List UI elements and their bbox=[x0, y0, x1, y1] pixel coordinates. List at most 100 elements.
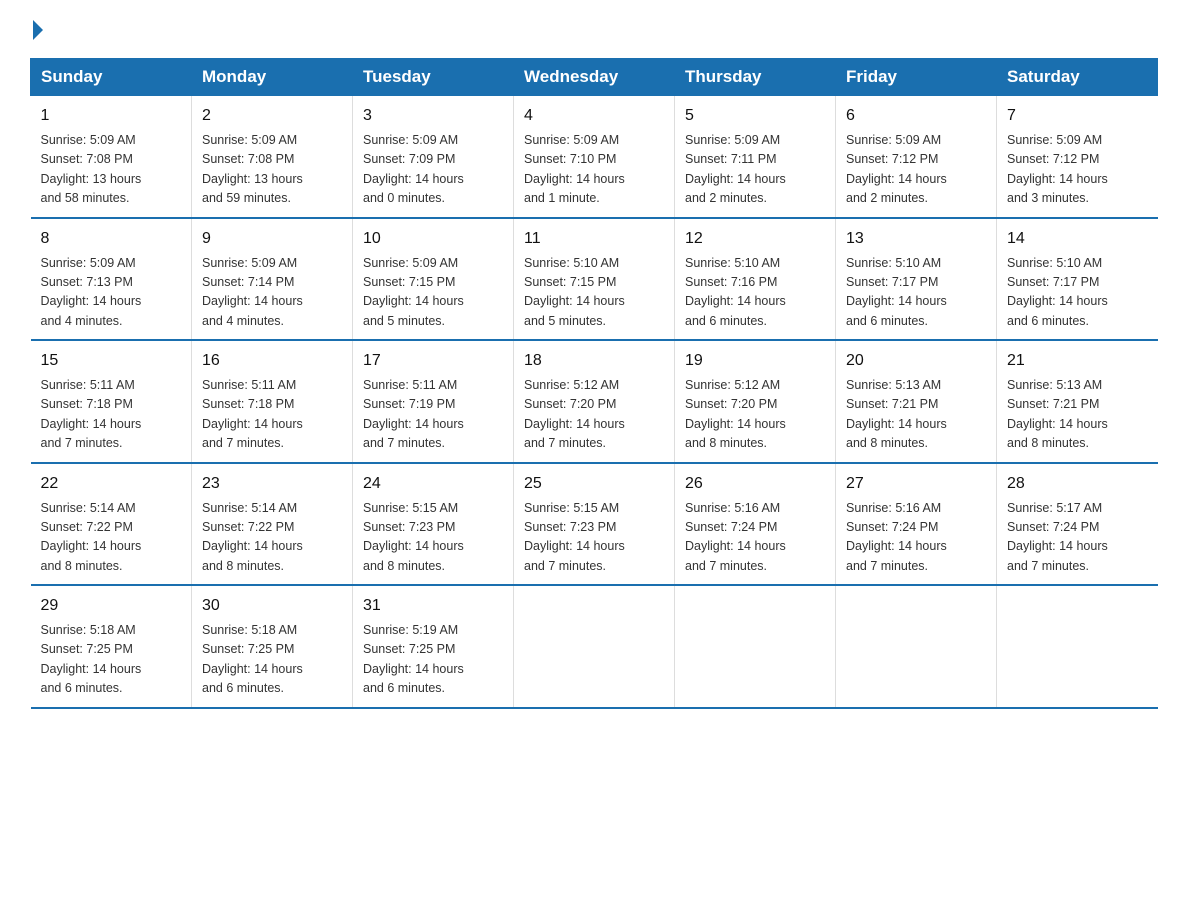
day-info: Sunrise: 5:09 AM Sunset: 7:09 PM Dayligh… bbox=[363, 131, 503, 209]
calendar-day-cell: 25Sunrise: 5:15 AM Sunset: 7:23 PM Dayli… bbox=[514, 463, 675, 586]
day-number: 13 bbox=[846, 227, 986, 251]
day-number: 25 bbox=[524, 472, 664, 496]
day-number: 22 bbox=[41, 472, 182, 496]
day-info: Sunrise: 5:09 AM Sunset: 7:15 PM Dayligh… bbox=[363, 254, 503, 332]
day-number: 9 bbox=[202, 227, 342, 251]
empty-cell bbox=[675, 585, 836, 708]
day-number: 26 bbox=[685, 472, 825, 496]
logo-arrow-icon bbox=[33, 20, 43, 40]
day-info: Sunrise: 5:19 AM Sunset: 7:25 PM Dayligh… bbox=[363, 621, 503, 699]
day-info: Sunrise: 5:09 AM Sunset: 7:13 PM Dayligh… bbox=[41, 254, 182, 332]
day-number: 27 bbox=[846, 472, 986, 496]
calendar-day-cell: 6 Sunrise: 5:09 AM Sunset: 7:12 PM Daylig… bbox=[836, 96, 997, 218]
day-number: 18 bbox=[524, 349, 664, 373]
day-info: Sunrise: 5:14 AM Sunset: 7:22 PM Dayligh… bbox=[41, 499, 182, 577]
day-info: Sunrise: 5:17 AM Sunset: 7:24 PM Dayligh… bbox=[1007, 499, 1148, 577]
calendar-day-cell: 31 Sunrise: 5:19 AM Sunset: 7:25 PM Dayli… bbox=[353, 585, 514, 708]
day-number: 17 bbox=[363, 349, 503, 373]
calendar-week-row: 22 Sunrise: 5:14 AM Sunset: 7:22 PM Dayli… bbox=[31, 463, 1158, 586]
weekday-header-tuesday: Tuesday bbox=[353, 59, 514, 96]
day-info: Sunrise: 5:11 AM Sunset: 7:18 PM Dayligh… bbox=[202, 376, 342, 454]
calendar-day-cell: 10 Sunrise: 5:09 AM Sunset: 7:15 PM Dayli… bbox=[353, 218, 514, 341]
day-number: 30 bbox=[202, 594, 342, 618]
day-info: Sunrise: 5:15 AM Sunset: 7:23 PM Dayligh… bbox=[363, 499, 503, 577]
day-info: Sunrise: 5:09 AM Sunset: 7:12 PM Dayligh… bbox=[846, 131, 986, 209]
calendar-day-cell: 22 Sunrise: 5:14 AM Sunset: 7:22 PM Dayli… bbox=[31, 463, 192, 586]
calendar-day-cell: 5 Sunrise: 5:09 AM Sunset: 7:11 PM Daylig… bbox=[675, 96, 836, 218]
day-number: 28 bbox=[1007, 472, 1148, 496]
calendar-day-cell: 1 Sunrise: 5:09 AM Sunset: 7:08 PM Daylig… bbox=[31, 96, 192, 218]
calendar-day-cell: 14 Sunrise: 5:10 AM Sunset: 7:17 PM Dayli… bbox=[997, 218, 1158, 341]
day-info: Sunrise: 5:13 AM Sunset: 7:21 PM Dayligh… bbox=[1007, 376, 1148, 454]
page-header bbox=[30, 20, 1158, 40]
calendar-day-cell: 23Sunrise: 5:14 AM Sunset: 7:22 PM Dayli… bbox=[192, 463, 353, 586]
calendar-day-cell: 30 Sunrise: 5:18 AM Sunset: 7:25 PM Dayli… bbox=[192, 585, 353, 708]
day-number: 8 bbox=[41, 227, 182, 251]
calendar-day-cell: 9 Sunrise: 5:09 AM Sunset: 7:14 PM Daylig… bbox=[192, 218, 353, 341]
day-number: 31 bbox=[363, 594, 503, 618]
day-number: 14 bbox=[1007, 227, 1148, 251]
calendar-day-cell: 27 Sunrise: 5:16 AM Sunset: 7:24 PM Dayli… bbox=[836, 463, 997, 586]
weekday-header-saturday: Saturday bbox=[997, 59, 1158, 96]
calendar-week-row: 1 Sunrise: 5:09 AM Sunset: 7:08 PM Daylig… bbox=[31, 96, 1158, 218]
calendar-week-row: 29 Sunrise: 5:18 AM Sunset: 7:25 PM Dayli… bbox=[31, 585, 1158, 708]
day-info: Sunrise: 5:10 AM Sunset: 7:15 PM Dayligh… bbox=[524, 254, 664, 332]
calendar-week-row: 15 Sunrise: 5:11 AM Sunset: 7:18 PM Dayli… bbox=[31, 340, 1158, 463]
calendar-day-cell: 28 Sunrise: 5:17 AM Sunset: 7:24 PM Dayli… bbox=[997, 463, 1158, 586]
day-info: Sunrise: 5:16 AM Sunset: 7:24 PM Dayligh… bbox=[685, 499, 825, 577]
weekday-header-row: SundayMondayTuesdayWednesdayThursdayFrid… bbox=[31, 59, 1158, 96]
day-info: Sunrise: 5:09 AM Sunset: 7:08 PM Dayligh… bbox=[202, 131, 342, 209]
calendar-day-cell: 4 Sunrise: 5:09 AM Sunset: 7:10 PM Daylig… bbox=[514, 96, 675, 218]
day-number: 19 bbox=[685, 349, 825, 373]
day-number: 4 bbox=[524, 104, 664, 128]
day-number: 5 bbox=[685, 104, 825, 128]
day-number: 20 bbox=[846, 349, 986, 373]
calendar-day-cell: 26 Sunrise: 5:16 AM Sunset: 7:24 PM Dayli… bbox=[675, 463, 836, 586]
weekday-header-thursday: Thursday bbox=[675, 59, 836, 96]
empty-cell bbox=[836, 585, 997, 708]
calendar-day-cell: 16 Sunrise: 5:11 AM Sunset: 7:18 PM Dayli… bbox=[192, 340, 353, 463]
day-info: Sunrise: 5:09 AM Sunset: 7:12 PM Dayligh… bbox=[1007, 131, 1148, 209]
weekday-header-sunday: Sunday bbox=[31, 59, 192, 96]
logo bbox=[30, 20, 44, 40]
empty-cell bbox=[514, 585, 675, 708]
day-info: Sunrise: 5:12 AM Sunset: 7:20 PM Dayligh… bbox=[685, 376, 825, 454]
day-number: 21 bbox=[1007, 349, 1148, 373]
day-number: 7 bbox=[1007, 104, 1148, 128]
day-info: Sunrise: 5:12 AM Sunset: 7:20 PM Dayligh… bbox=[524, 376, 664, 454]
day-number: 1 bbox=[41, 104, 182, 128]
day-info: Sunrise: 5:09 AM Sunset: 7:11 PM Dayligh… bbox=[685, 131, 825, 209]
weekday-header-wednesday: Wednesday bbox=[514, 59, 675, 96]
day-number: 11 bbox=[524, 227, 664, 251]
day-info: Sunrise: 5:13 AM Sunset: 7:21 PM Dayligh… bbox=[846, 376, 986, 454]
weekday-header-friday: Friday bbox=[836, 59, 997, 96]
day-info: Sunrise: 5:09 AM Sunset: 7:14 PM Dayligh… bbox=[202, 254, 342, 332]
day-number: 29 bbox=[41, 594, 182, 618]
calendar-day-cell: 21 Sunrise: 5:13 AM Sunset: 7:21 PM Dayli… bbox=[997, 340, 1158, 463]
calendar-day-cell: 17Sunrise: 5:11 AM Sunset: 7:19 PM Dayli… bbox=[353, 340, 514, 463]
calendar-day-cell: 29 Sunrise: 5:18 AM Sunset: 7:25 PM Dayli… bbox=[31, 585, 192, 708]
day-info: Sunrise: 5:11 AM Sunset: 7:18 PM Dayligh… bbox=[41, 376, 182, 454]
weekday-header-monday: Monday bbox=[192, 59, 353, 96]
calendar-table: SundayMondayTuesdayWednesdayThursdayFrid… bbox=[30, 58, 1158, 709]
calendar-day-cell: 12 Sunrise: 5:10 AM Sunset: 7:16 PM Dayli… bbox=[675, 218, 836, 341]
day-info: Sunrise: 5:10 AM Sunset: 7:16 PM Dayligh… bbox=[685, 254, 825, 332]
day-number: 3 bbox=[363, 104, 503, 128]
day-info: Sunrise: 5:09 AM Sunset: 7:08 PM Dayligh… bbox=[41, 131, 182, 209]
calendar-day-cell: 3 Sunrise: 5:09 AM Sunset: 7:09 PM Daylig… bbox=[353, 96, 514, 218]
day-number: 12 bbox=[685, 227, 825, 251]
day-info: Sunrise: 5:09 AM Sunset: 7:10 PM Dayligh… bbox=[524, 131, 664, 209]
day-info: Sunrise: 5:18 AM Sunset: 7:25 PM Dayligh… bbox=[202, 621, 342, 699]
day-info: Sunrise: 5:18 AM Sunset: 7:25 PM Dayligh… bbox=[41, 621, 182, 699]
day-number: 10 bbox=[363, 227, 503, 251]
day-number: 16 bbox=[202, 349, 342, 373]
day-info: Sunrise: 5:10 AM Sunset: 7:17 PM Dayligh… bbox=[1007, 254, 1148, 332]
empty-cell bbox=[997, 585, 1158, 708]
day-number: 2 bbox=[202, 104, 342, 128]
day-number: 15 bbox=[41, 349, 182, 373]
day-number: 6 bbox=[846, 104, 986, 128]
day-number: 23 bbox=[202, 472, 342, 496]
calendar-day-cell: 24Sunrise: 5:15 AM Sunset: 7:23 PM Dayli… bbox=[353, 463, 514, 586]
day-info: Sunrise: 5:16 AM Sunset: 7:24 PM Dayligh… bbox=[846, 499, 986, 577]
calendar-day-cell: 13Sunrise: 5:10 AM Sunset: 7:17 PM Dayli… bbox=[836, 218, 997, 341]
